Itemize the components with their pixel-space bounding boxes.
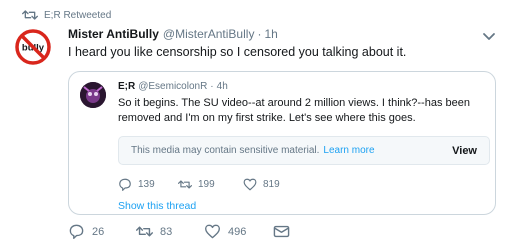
retweet-icon xyxy=(136,226,153,237)
retweet-count: 83 xyxy=(160,225,173,238)
quoted-retweet-count: 199 xyxy=(198,179,215,190)
heart-icon xyxy=(205,224,220,239)
show-thread-link[interactable]: Show this thread xyxy=(118,200,196,212)
like-count: 496 xyxy=(228,225,247,238)
quoted-avatar[interactable] xyxy=(80,82,106,108)
retweet-icon xyxy=(22,10,38,20)
sensitive-media-notice: This media may contain sensitive materia… xyxy=(118,136,490,165)
view-media-button[interactable]: View xyxy=(452,145,477,157)
retweet-icon xyxy=(178,180,192,189)
tweet-menu-caret[interactable] xyxy=(482,32,496,42)
chevron-down-icon xyxy=(483,33,495,40)
message-button[interactable] xyxy=(273,224,290,239)
no-bully-logo-icon: bully xyxy=(15,29,51,65)
quoted-reply-button[interactable]: 139 xyxy=(118,178,155,191)
quoted-separator-dot: · xyxy=(210,81,214,92)
quoted-user-handle[interactable]: @EsemicolonR xyxy=(138,81,207,92)
quoted-text: So it begins. The SU video--at around 2 … xyxy=(118,97,470,124)
quoted-like-count: 819 xyxy=(263,179,280,190)
tweet-timestamp[interactable]: 1h xyxy=(264,27,277,41)
avatar[interactable]: bully xyxy=(14,28,52,66)
learn-more-link[interactable]: Learn more xyxy=(323,145,374,156)
retweet-context: E;R Retweeted xyxy=(22,8,111,22)
separator-dot: · xyxy=(257,27,262,41)
quoted-display-name[interactable]: E;R xyxy=(118,81,135,92)
display-name[interactable]: Mister AntiBully xyxy=(68,27,159,41)
quoted-avatar-image-icon xyxy=(80,82,106,108)
heart-icon xyxy=(243,178,257,191)
reply-icon xyxy=(119,178,131,191)
quoted-timestamp[interactable]: 4h xyxy=(217,81,228,92)
like-button[interactable]: 496 xyxy=(204,224,246,239)
envelope-icon xyxy=(273,225,290,238)
quoted-tweet[interactable]: E;R @EsemicolonR · 4h So it begins. The … xyxy=(68,71,496,215)
sensitive-notice-text: This media may contain sensitive materia… xyxy=(131,145,320,156)
retweet-label[interactable]: E;R Retweeted xyxy=(44,10,111,21)
reply-button[interactable]: 26 xyxy=(68,224,104,239)
quoted-reply-count: 139 xyxy=(138,179,155,190)
reply-icon xyxy=(69,224,84,239)
tweet-text: I heard you like censorship so I censore… xyxy=(68,45,407,59)
quoted-retweet-button[interactable]: 199 xyxy=(178,178,215,191)
retweet-button[interactable]: 83 xyxy=(136,224,172,239)
user-handle[interactable]: @MisterAntiBully xyxy=(163,27,255,41)
quoted-header: E;R @EsemicolonR · 4h xyxy=(118,81,228,92)
tweet-header: Mister AntiBully @MisterAntiBully · 1h xyxy=(68,27,278,41)
reply-count: 26 xyxy=(92,225,105,238)
quoted-like-button[interactable]: 819 xyxy=(243,178,280,191)
